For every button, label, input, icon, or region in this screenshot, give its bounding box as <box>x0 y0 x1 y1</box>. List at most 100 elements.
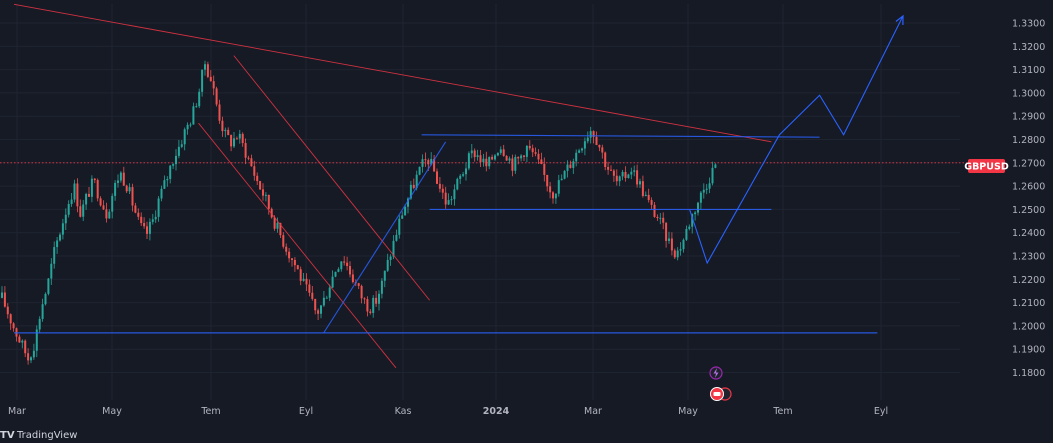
candle-body <box>711 167 714 184</box>
candle-body <box>160 188 163 199</box>
candle-body <box>479 155 482 163</box>
candle-body <box>61 223 64 235</box>
candle-body <box>183 129 186 145</box>
candle-body <box>206 64 209 77</box>
candle-body <box>618 176 621 182</box>
candle-body <box>659 217 662 219</box>
candle-body <box>108 211 111 219</box>
price-axis[interactable]: 1.3300 1.3200 1.3100 1.3000 1.2900 1.2800 1.27… <box>1012 19 1045 380</box>
candle-body <box>334 271 337 277</box>
candle-body <box>604 152 607 168</box>
candle-body <box>598 144 601 148</box>
candle-body <box>627 174 630 178</box>
candle-body <box>291 258 293 260</box>
candle-body <box>473 150 476 158</box>
time-tick-label: Eyl <box>874 406 888 417</box>
candle-body <box>595 136 598 145</box>
time-axis[interactable]: Mar May Tem Eyl Kas 2024 Mar May Tem Eyl <box>8 406 888 417</box>
candle-body <box>581 148 583 151</box>
candle-body <box>296 265 299 270</box>
candle-body <box>99 198 102 206</box>
candle-body <box>351 274 354 283</box>
candle-body <box>401 215 404 219</box>
candle-body <box>24 340 27 354</box>
candle-body <box>552 192 554 199</box>
candle-body <box>383 270 386 281</box>
candle-body <box>647 194 650 201</box>
candle-body <box>12 323 15 329</box>
candle-body <box>195 106 198 108</box>
time-tick-label: Kas <box>395 406 412 417</box>
candle-body <box>540 159 543 164</box>
tv-logo-icon: TV <box>0 430 15 441</box>
candle-body <box>586 137 589 142</box>
candle-body <box>56 240 59 248</box>
price-chart[interactable]: 1.3300 1.3200 1.3100 1.3000 1.2900 1.2800 1.27… <box>0 0 1053 443</box>
price-tick-label: 1.3100 <box>1012 65 1045 76</box>
candle-body <box>467 153 470 169</box>
candle-body <box>491 156 494 160</box>
rising-line[interactable] <box>323 141 447 334</box>
candle-body <box>424 159 427 161</box>
candle-body <box>111 195 114 212</box>
candle-body <box>395 234 398 241</box>
candle-body <box>633 170 636 172</box>
price-tick-label: 1.2600 <box>1012 182 1045 193</box>
candle-body <box>363 298 366 300</box>
candle-body <box>262 189 264 196</box>
candle-body <box>340 261 343 270</box>
candle-body <box>459 175 462 179</box>
price-tick-label: 1.2800 <box>1012 135 1045 146</box>
candle-body <box>534 152 537 154</box>
candle-body <box>650 200 653 205</box>
candle-body <box>343 261 346 263</box>
time-tick-label: Eyl <box>299 406 313 417</box>
time-tick-label: Tem <box>772 406 792 417</box>
candle-body <box>186 124 189 130</box>
candle-body <box>169 165 172 180</box>
candle-body <box>221 120 224 132</box>
symbol-price-tag: GBPUSD <box>964 159 1009 173</box>
candle-body <box>204 64 206 70</box>
candle-body <box>499 149 502 153</box>
candle-body <box>508 158 511 161</box>
candle-body <box>465 168 467 175</box>
candle-body <box>137 212 140 217</box>
time-tick-label: Mar <box>8 406 26 417</box>
candle-body <box>436 171 438 184</box>
candle-body <box>569 164 572 168</box>
tradingview-logo[interactable]: TV TradingView <box>0 430 77 441</box>
candle-body <box>670 238 673 251</box>
candle-body <box>610 169 612 171</box>
gridlines <box>0 4 960 400</box>
candle-body <box>528 145 531 149</box>
candle-body <box>41 304 44 319</box>
candle-body <box>114 182 117 196</box>
candle-body <box>311 292 314 299</box>
candle-body <box>575 152 578 162</box>
candle-body <box>537 153 540 160</box>
candle-body <box>3 292 6 307</box>
candle-body <box>702 189 705 193</box>
candle-body <box>572 161 575 168</box>
price-tick-label: 1.3200 <box>1012 42 1045 53</box>
falling-channel-lower-line[interactable] <box>198 122 397 369</box>
candle-body <box>134 205 137 213</box>
candle-body <box>583 141 586 149</box>
candle-body <box>27 353 30 361</box>
candle-body <box>82 204 85 217</box>
candle-body <box>88 193 90 197</box>
descending-resistance-line[interactable] <box>13 3 772 143</box>
falling-channel-upper-line[interactable] <box>233 55 430 301</box>
candle-body <box>517 156 520 159</box>
flag-glyph-icon <box>713 392 721 396</box>
candle-body <box>18 336 21 343</box>
candle-body <box>59 234 61 241</box>
time-tick-label: May <box>678 406 698 417</box>
candle-body <box>563 170 566 179</box>
candle-body <box>607 167 610 170</box>
candle-body <box>482 158 485 163</box>
time-tick-label: 2024 <box>483 406 510 417</box>
range-top-line[interactable] <box>421 134 820 138</box>
candle-body <box>154 216 157 220</box>
